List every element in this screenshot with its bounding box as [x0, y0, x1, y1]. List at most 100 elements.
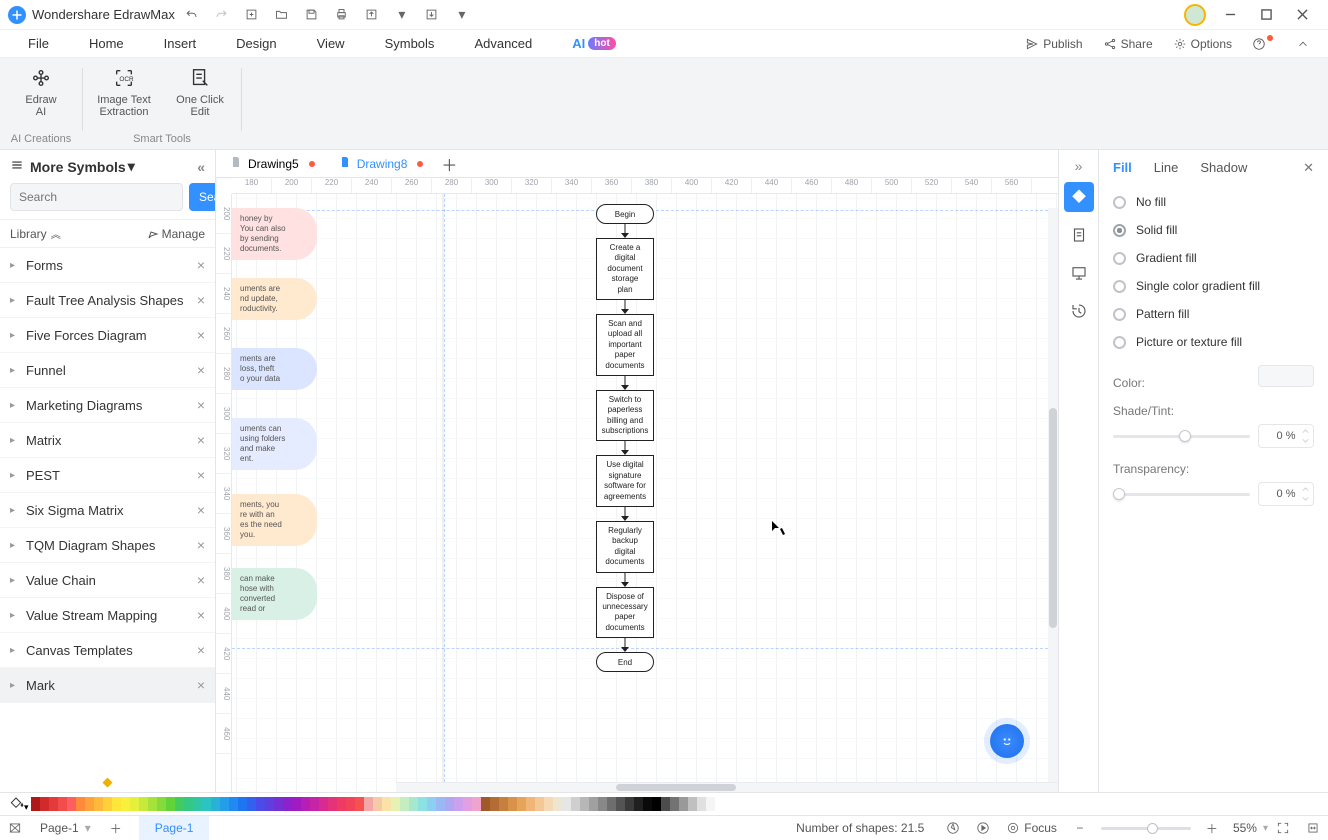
fill-tool-icon[interactable] [1064, 182, 1094, 212]
color-swatch[interactable] [49, 797, 58, 811]
zoom-slider[interactable] [1101, 827, 1191, 830]
terminator-begin[interactable]: Begin [596, 204, 654, 224]
color-swatch[interactable] [643, 797, 652, 811]
zoom-out-button[interactable]: − [1065, 816, 1095, 840]
canvas-note[interactable]: uments are nd update, roductivity. [232, 278, 317, 320]
one-click-edit-button[interactable]: One Click Edit [165, 66, 235, 118]
color-swatch[interactable] [211, 797, 220, 811]
color-swatch[interactable] [58, 797, 67, 811]
image-text-extraction-button[interactable]: OCR Image Text Extraction [89, 66, 159, 118]
close-icon[interactable]: × [197, 572, 205, 588]
close-icon[interactable]: × [197, 537, 205, 553]
color-swatch[interactable] [346, 797, 355, 811]
library-category[interactable]: ▸Marketing Diagrams× [0, 388, 215, 423]
color-swatch[interactable] [706, 797, 715, 811]
tab-drawing5[interactable]: Drawing5 [220, 151, 325, 177]
color-swatch[interactable] [409, 797, 418, 811]
play-icon[interactable] [968, 816, 998, 840]
edraw-ai-button[interactable]: Edraw AI [6, 66, 76, 118]
shade-value[interactable]: 0 % [1258, 424, 1314, 448]
color-swatch[interactable] [67, 797, 76, 811]
fit-width-icon[interactable] [1298, 816, 1328, 840]
process-node[interactable]: Use digital signature software for agree… [596, 455, 654, 507]
color-swatch[interactable] [481, 797, 490, 811]
color-swatch[interactable] [31, 797, 40, 811]
color-swatch[interactable] [238, 797, 247, 811]
shadow-tab[interactable]: Shadow [1200, 160, 1247, 176]
color-swatch[interactable] [616, 797, 625, 811]
color-swatch[interactable] [517, 797, 526, 811]
library-category[interactable]: ▸Six Sigma Matrix× [0, 493, 215, 528]
color-swatch[interactable] [121, 797, 130, 811]
close-icon[interactable]: × [197, 362, 205, 378]
menu-advanced[interactable]: Advanced [454, 30, 552, 58]
tab-drawing8[interactable]: Drawing8 [329, 151, 434, 177]
shade-slider[interactable] [1113, 426, 1250, 446]
undo-icon[interactable] [179, 2, 205, 28]
canvas[interactable]: 1802002202402602803003203403603804004204… [216, 178, 1058, 792]
color-swatch[interactable] [688, 797, 697, 811]
close-panel-icon[interactable]: ✕ [1303, 160, 1314, 176]
color-swatch[interactable] [319, 797, 328, 811]
library-category[interactable]: ▸Matrix× [0, 423, 215, 458]
color-swatch[interactable] [337, 797, 346, 811]
fill-option[interactable]: No fill [1113, 188, 1314, 216]
library-category[interactable]: ▸Five Forces Diagram× [0, 318, 215, 353]
focus-button[interactable]: Focus [1006, 821, 1057, 835]
canvas-note[interactable]: honey by You can also by sending documen… [232, 208, 317, 260]
close-icon[interactable]: × [197, 432, 205, 448]
color-swatch[interactable] [76, 797, 85, 811]
menu-file[interactable]: File [8, 30, 69, 58]
color-swatch[interactable] [130, 797, 139, 811]
redo-icon[interactable] [209, 2, 235, 28]
zoom-level[interactable]: 55% [1233, 821, 1257, 835]
library-category[interactable]: ▸Fault Tree Analysis Shapes× [0, 283, 215, 318]
canvas-note[interactable]: can make hose with converted read or [232, 568, 317, 620]
color-swatch[interactable] [310, 797, 319, 811]
canvas-note[interactable]: uments can using folders and make ent. [232, 418, 317, 470]
v-scrollbar[interactable] [1048, 208, 1058, 782]
new-icon[interactable] [239, 2, 265, 28]
color-swatch[interactable] [553, 797, 562, 811]
outline-view-icon[interactable] [0, 816, 30, 840]
color-swatch[interactable] [157, 797, 166, 811]
color-swatch[interactable] [634, 797, 643, 811]
color-swatch[interactable] [274, 797, 283, 811]
search-button[interactable]: Search [189, 183, 216, 211]
hamburger-icon[interactable] [10, 158, 24, 175]
paint-bucket-icon[interactable]: ▾ [8, 794, 29, 815]
color-swatch[interactable] [526, 797, 535, 811]
terminator-end[interactable]: End [596, 652, 654, 672]
expand-icon[interactable]: » [1075, 158, 1083, 174]
color-swatch[interactable] [607, 797, 616, 811]
color-swatch[interactable] [661, 797, 670, 811]
transparency-slider[interactable] [1113, 484, 1250, 504]
color-swatch[interactable] [193, 797, 202, 811]
add-page-button[interactable]: ＋ [101, 816, 131, 840]
color-swatch[interactable] [40, 797, 49, 811]
color-swatch[interactable] [400, 797, 409, 811]
close-icon[interactable]: × [197, 607, 205, 623]
canvas-note[interactable]: ments are loss, theft o your data [232, 348, 317, 390]
color-swatch[interactable] [382, 797, 391, 811]
close-button[interactable] [1284, 0, 1320, 30]
color-swatch[interactable] [373, 797, 382, 811]
new-tab-button[interactable]: ＋ [437, 152, 461, 176]
process-node[interactable]: Dispose of unnecessary paper documents [596, 587, 654, 639]
color-swatch[interactable] [301, 797, 310, 811]
library-category[interactable]: ▸Funnel× [0, 353, 215, 388]
color-swatch[interactable] [229, 797, 238, 811]
color-swatch[interactable] [184, 797, 193, 811]
menu-insert[interactable]: Insert [144, 30, 217, 58]
color-swatch[interactable] [139, 797, 148, 811]
history-tool-icon[interactable] [1064, 296, 1094, 326]
close-icon[interactable]: × [197, 502, 205, 518]
color-swatch[interactable] [103, 797, 112, 811]
color-swatch[interactable] [391, 797, 400, 811]
collapse-sidebar-icon[interactable]: « [197, 159, 205, 175]
color-swatch[interactable] [364, 797, 373, 811]
fit-page-icon[interactable] [1268, 816, 1298, 840]
search-input[interactable] [10, 183, 183, 211]
open-icon[interactable] [269, 2, 295, 28]
color-swatch[interactable] [679, 797, 688, 811]
